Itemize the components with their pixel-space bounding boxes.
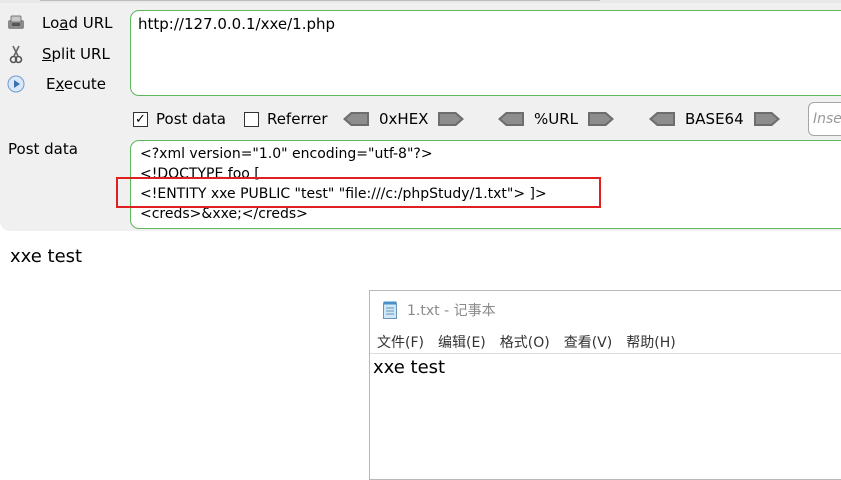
decode-left-arrow-icon[interactable] (498, 111, 524, 127)
scissors-icon (6, 44, 26, 64)
url-coder: %URL (498, 108, 615, 130)
encode-right-arrow-icon[interactable] (753, 111, 780, 127)
options-row: ✓ Post data Referrer (133, 107, 346, 131)
notepad-title: 1.txt - 记事本 (407, 303, 496, 319)
url-value: http://127.0.0.1/xxe/1.php (138, 15, 336, 33)
load-url-icon (6, 13, 26, 33)
notepad-titlebar[interactable]: 1.txt - 记事本 (370, 291, 841, 329)
hackbar-panel: Load URL Split URL Execute http://127.0.… (0, 0, 841, 231)
post-data-label: Post data (8, 140, 78, 158)
checkmark-icon: ✓ (133, 111, 148, 127)
menu-view[interactable]: 查看(V) (564, 332, 613, 352)
load-url-button[interactable]: Load URL (6, 11, 113, 35)
notepad-icon (383, 301, 397, 319)
encode-right-arrow-icon[interactable] (588, 111, 615, 127)
referrer-checkbox[interactable]: Referrer (243, 110, 328, 128)
notepad-divider (370, 353, 841, 354)
menu-format[interactable]: 格式(O) (500, 332, 550, 352)
menu-help[interactable]: 帮助(H) (626, 332, 675, 352)
page-output-text: xxe test (10, 246, 83, 267)
post-line: <?xml version="1.0" encoding="utf-8"?> (140, 146, 433, 162)
notepad-window[interactable]: 1.txt - 记事本 文件(F) 编辑(E) 格式(O) 查看(V) 帮助(H… (369, 290, 841, 480)
encode-right-arrow-icon[interactable] (438, 111, 465, 127)
decode-left-arrow-icon[interactable] (649, 111, 675, 127)
highlight-box (116, 177, 601, 208)
url-input[interactable]: http://127.0.0.1/xxe/1.php (130, 10, 841, 96)
notepad-menubar: 文件(F) 编辑(E) 格式(O) 查看(V) 帮助(H) (370, 331, 841, 353)
base64-coder: BASE64 (649, 108, 780, 130)
insert-input[interactable]: Insert (808, 102, 841, 136)
post-data-checkbox[interactable]: ✓ Post data (133, 110, 226, 128)
menu-file[interactable]: 文件(F) (377, 332, 424, 352)
execute-button[interactable]: Execute (6, 72, 106, 96)
notepad-text-area[interactable]: xxe test (373, 357, 445, 378)
hex-coder: 0xHEX (343, 108, 465, 130)
top-strip (0, 0, 841, 3)
decode-left-arrow-icon[interactable] (343, 111, 369, 127)
split-url-button[interactable]: Split URL (6, 42, 110, 66)
play-icon (6, 74, 26, 94)
menu-edit[interactable]: 编辑(E) (438, 332, 486, 352)
